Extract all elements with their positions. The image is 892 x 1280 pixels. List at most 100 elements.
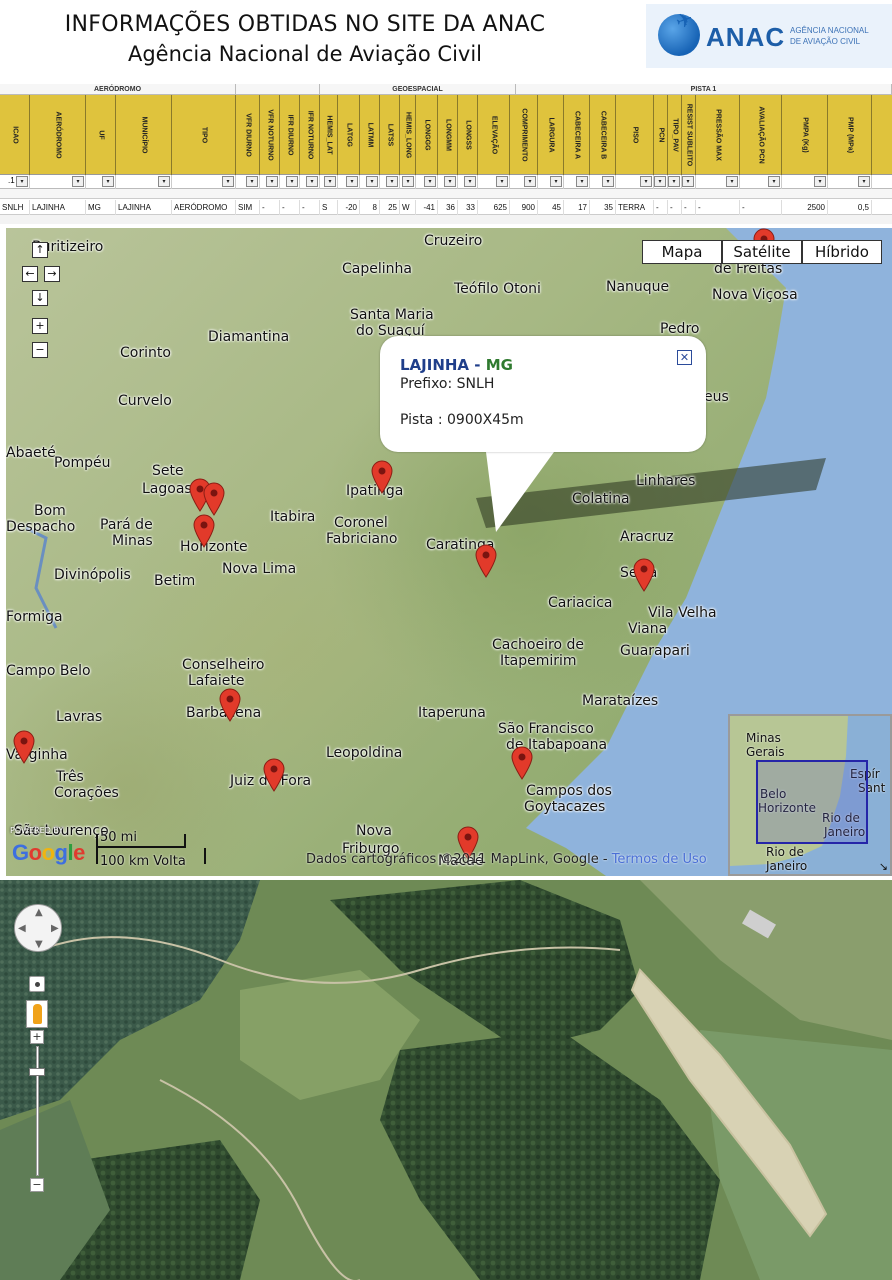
filter-dropdown-icon[interactable]: ▾ [306, 176, 318, 187]
pan-right-icon[interactable]: → [44, 266, 60, 282]
column-header[interactable]: PISO [616, 95, 654, 175]
table-cell[interactable]: - [682, 200, 696, 215]
column-header[interactable]: HEMIS_LAT [320, 95, 338, 175]
filter-dropdown-icon[interactable]: ▾ [366, 176, 378, 187]
zoom-out-icon[interactable]: − [32, 342, 48, 358]
column-header[interactable]: LATSS [380, 95, 400, 175]
column-header[interactable]: LONGSS [458, 95, 478, 175]
filter-dropdown-icon[interactable]: ▾ [576, 176, 588, 187]
column-header[interactable]: LATMM [360, 95, 380, 175]
column-header[interactable]: RESIST SUBLEITO [682, 95, 696, 175]
collapse-icon[interactable]: ↘ [879, 860, 888, 873]
table-cell[interactable]: -41 [416, 200, 438, 215]
column-header[interactable]: IFR DIURNO [280, 95, 300, 175]
column-header[interactable]: CABECEIRA A [564, 95, 590, 175]
table-row[interactable]: SNLH LAJINHA MG LAJINHA AERÓDROMO SIM - - - S -20 8… [0, 200, 892, 215]
filter-dropdown-icon[interactable]: ▾ [324, 176, 336, 187]
column-header[interactable]: TIPO_PAV [668, 95, 682, 175]
table-cell[interactable]: W [400, 200, 416, 215]
pan-right-icon[interactable]: ▶ [51, 923, 59, 934]
column-header[interactable]: LATGG [338, 95, 360, 175]
pan-down-icon[interactable]: ▼ [35, 939, 43, 950]
column-header[interactable]: PMP (MPa) [828, 95, 872, 175]
map-marker[interactable] [510, 746, 534, 780]
filter-dropdown-icon[interactable]: ▾ [768, 176, 780, 187]
filter-dropdown-icon[interactable]: ▾ [246, 176, 258, 187]
table-cell[interactable]: LAJINHA [116, 200, 172, 215]
table-cell[interactable]: TERRA [616, 200, 654, 215]
table-cell[interactable]: 0,5 [828, 200, 872, 215]
table-cell[interactable]: 8 [360, 200, 380, 215]
table-cell[interactable]: - [280, 200, 300, 215]
google-map[interactable]: Buritizeiro Cruzeiro Capelinha Teófilo O… [6, 228, 892, 876]
table-cell[interactable]: S [320, 200, 338, 215]
column-header[interactable]: AERÓDROMO [30, 95, 86, 175]
filter-dropdown-icon[interactable]: ▾ [346, 176, 358, 187]
terms-link[interactable]: Termos de Uso [612, 852, 707, 867]
column-header[interactable]: CABECEIRA B [590, 95, 616, 175]
pan-left-icon[interactable]: ← [22, 266, 38, 282]
column-header[interactable]: LONGGG [416, 95, 438, 175]
table-cell[interactable]: 2500 [782, 200, 828, 215]
filter-dropdown-icon[interactable]: ▾ [386, 176, 398, 187]
table-cell[interactable]: -20 [338, 200, 360, 215]
column-header[interactable]: TIPO [172, 95, 236, 175]
table-cell[interactable]: - [696, 200, 740, 215]
map-marker[interactable] [192, 514, 216, 548]
table-cell[interactable]: 17 [564, 200, 590, 215]
filter-dropdown-icon[interactable]: ▾ [266, 176, 278, 187]
pan-up-icon[interactable]: ▲ [35, 907, 43, 918]
map-type-button-mapa[interactable]: Mapa [642, 240, 722, 264]
filter-dropdown-icon[interactable]: ▾ [424, 176, 436, 187]
table-cell[interactable]: MG [86, 200, 116, 215]
close-icon[interactable]: ✕ [677, 350, 692, 365]
column-header[interactable]: PRESSÃO MAX [696, 95, 740, 175]
filter-dropdown-icon[interactable]: ▾ [602, 176, 614, 187]
back-link[interactable]: Volta [153, 854, 186, 869]
column-header[interactable]: PCN [654, 95, 668, 175]
column-header[interactable]: IFR NOTURNO [300, 95, 320, 175]
table-cell[interactable]: 45 [538, 200, 564, 215]
map-marker[interactable] [370, 460, 394, 494]
column-header[interactable]: ELEVAÇÃO [478, 95, 510, 175]
column-header[interactable]: HEMIS_LONG [400, 95, 416, 175]
map-marker[interactable] [218, 688, 242, 722]
filter-dropdown-icon[interactable]: ▾ [444, 176, 456, 187]
street-view-pegman-icon[interactable] [26, 1000, 48, 1028]
column-header[interactable]: MUNICÍPIO [116, 95, 172, 175]
map-marker[interactable] [202, 482, 226, 516]
overview-viewport[interactable] [756, 760, 868, 844]
column-header[interactable]: VFR DIURNO [236, 95, 260, 175]
table-cell[interactable]: - [654, 200, 668, 215]
map-type-button-satelite[interactable]: Satélite [722, 240, 802, 264]
table-cell[interactable]: LAJINHA [30, 200, 86, 215]
map-type-button-hibrido[interactable]: Híbrido [802, 240, 882, 264]
column-header[interactable]: PMPA (Kg) [782, 95, 828, 175]
filter-dropdown-icon[interactable]: ▾ [550, 176, 562, 187]
zoom-in-icon[interactable]: + [30, 1030, 44, 1044]
table-cell[interactable]: 35 [590, 200, 616, 215]
filter-dropdown-icon[interactable]: ▾ [668, 176, 680, 187]
filter-dropdown-icon[interactable]: ▾ [726, 176, 738, 187]
table-cell[interactable]: - [300, 200, 320, 215]
column-header[interactable]: ICAO [0, 95, 30, 175]
filter-dropdown-icon[interactable]: ▾ [524, 176, 536, 187]
filter-dropdown-icon[interactable]: ▾ [682, 176, 694, 187]
zoom-slider-thumb[interactable] [29, 1068, 45, 1076]
map-marker-lajinha[interactable] [474, 544, 498, 578]
table-cell[interactable]: - [260, 200, 280, 215]
filter-dropdown-icon[interactable]: ▾ [286, 176, 298, 187]
reset-view-icon[interactable] [29, 976, 45, 992]
filter-dropdown-icon[interactable]: ▾ [464, 176, 476, 187]
column-header[interactable]: COMPRIMENTO [510, 95, 538, 175]
table-cell[interactable]: 33 [458, 200, 478, 215]
map-marker[interactable] [12, 730, 36, 764]
table-cell[interactable]: 25 [380, 200, 400, 215]
table-cell[interactable]: 900 [510, 200, 538, 215]
pan-up-icon[interactable]: ↑ [32, 242, 48, 258]
filter-dropdown-icon[interactable]: ▾ [102, 176, 114, 187]
filter-dropdown-icon[interactable]: ▾ [654, 176, 666, 187]
map-marker[interactable] [262, 758, 286, 792]
column-header[interactable]: UF [86, 95, 116, 175]
column-header[interactable]: AVALIAÇÃO PCN [740, 95, 782, 175]
